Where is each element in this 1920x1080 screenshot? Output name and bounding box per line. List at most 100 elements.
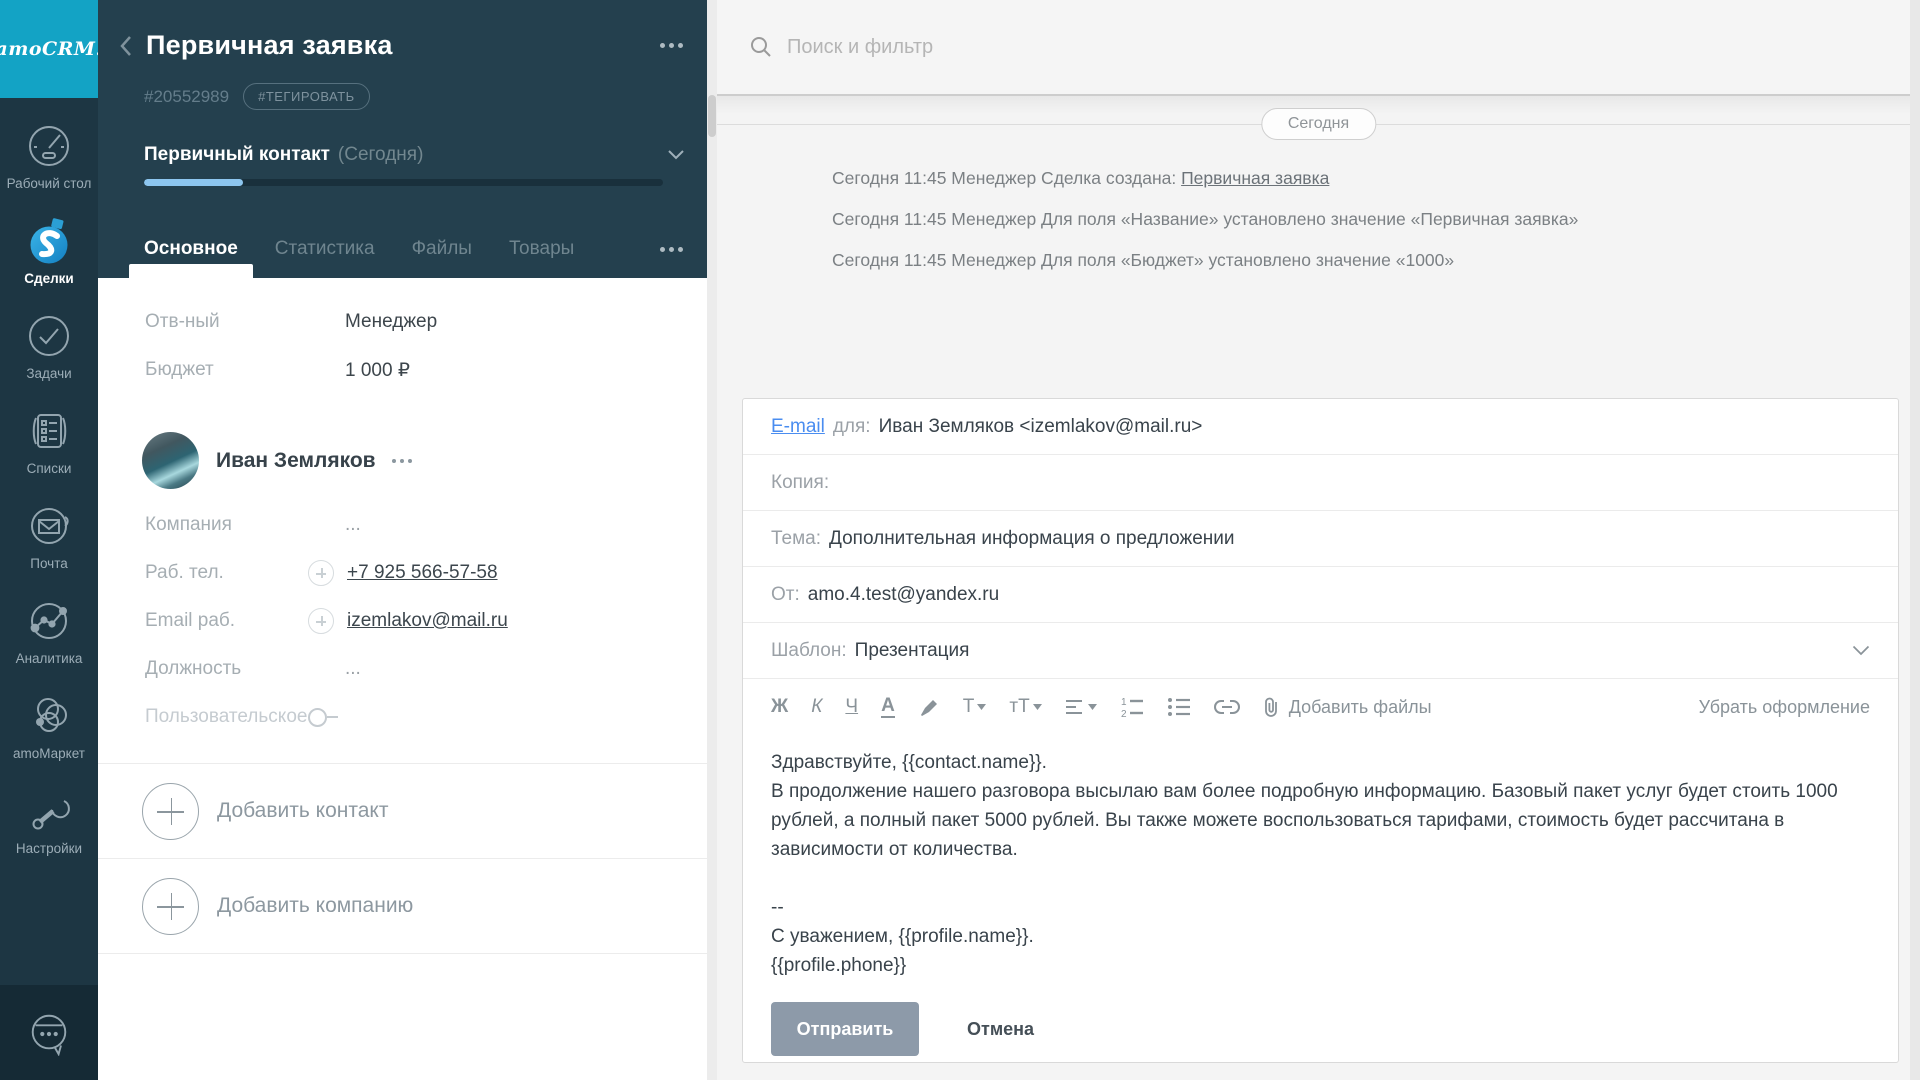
- add-company-button[interactable]: Добавить компанию: [98, 859, 707, 954]
- bold-button[interactable]: Ж: [771, 696, 788, 718]
- italic-button[interactable]: К: [811, 696, 822, 718]
- field-label: Бюджет: [145, 359, 345, 381]
- field-label: Email раб.: [145, 610, 298, 632]
- field-row-company: Компания ...: [98, 501, 707, 549]
- bullet-list-button[interactable]: [1167, 697, 1191, 717]
- deal-more-button[interactable]: [658, 37, 685, 54]
- email-type-link[interactable]: E-mail: [771, 416, 825, 438]
- field-label: Должность: [145, 658, 345, 680]
- field-value[interactable]: 1 000 ₽: [345, 359, 410, 382]
- stage-date: (Сегодня): [338, 144, 423, 166]
- compose-cc-row[interactable]: Копия:: [743, 455, 1898, 511]
- contact-name[interactable]: Иван Земляков: [216, 449, 376, 473]
- custom-field-toggle[interactable]: [308, 708, 338, 727]
- compose-subject-row[interactable]: Тема: Дополнительная информация о предло…: [743, 511, 1898, 567]
- body-line: [771, 864, 1870, 893]
- event-deal-link[interactable]: Первичная заявка: [1181, 168, 1329, 188]
- sidebar-item-analytics[interactable]: Аналитика: [0, 597, 98, 667]
- svg-text:2: 2: [1121, 709, 1127, 718]
- sidebar-item-deals[interactable]: Сделки: [0, 217, 98, 287]
- logo-text: amoCRM.: [0, 38, 103, 60]
- add-phone-button[interactable]: [308, 560, 334, 586]
- numbered-list-button[interactable]: 1 2: [1120, 696, 1144, 718]
- tab-statistics[interactable]: Статистика: [275, 220, 375, 278]
- field-value[interactable]: Менеджер: [345, 311, 437, 333]
- attach-files-label: Добавить файлы: [1289, 697, 1432, 718]
- add-email-button[interactable]: [308, 608, 334, 634]
- font-family-button[interactable]: T: [963, 696, 987, 718]
- sidebar-item-label: Настройки: [16, 841, 82, 857]
- format-toolbar: Ж К Ч А T тТ 1 2: [743, 679, 1898, 735]
- highlight-button[interactable]: [918, 696, 940, 718]
- field-label: Отв-ный: [145, 311, 345, 333]
- sidebar-item-market[interactable]: amoМаркет: [0, 692, 98, 762]
- feed-scrollbar[interactable]: [1910, 0, 1920, 1080]
- contact-more-button[interactable]: [390, 453, 414, 469]
- field-row-position: Должность ...: [98, 645, 707, 693]
- sidebar-item-label: Списки: [27, 461, 72, 477]
- event-text: Сегодня 11:45 Менеджер Сделка создана:: [832, 168, 1181, 188]
- to-value[interactable]: Иван Земляков <izemlakov@mail.ru>: [879, 416, 1203, 438]
- stage-selector[interactable]: Первичный контакт (Сегодня): [144, 144, 685, 166]
- add-contact-button[interactable]: Добавить контакт: [98, 764, 707, 859]
- tab-products[interactable]: Товары: [509, 220, 574, 278]
- font-size-button[interactable]: тТ: [1009, 696, 1041, 718]
- cancel-button[interactable]: Отмена: [967, 1019, 1034, 1040]
- contact-avatar[interactable]: [142, 432, 199, 489]
- subject-value[interactable]: Дополнительная информация о предложении: [829, 528, 1234, 550]
- sidebar-item-settings[interactable]: Настройки: [0, 787, 98, 857]
- sidebar-item-mail[interactable]: Почта: [0, 502, 98, 572]
- feed-panel: Сегодня Сегодня 11:45 Менеджер Сделка со…: [717, 0, 1920, 1080]
- template-chevron-icon[interactable]: [1852, 645, 1870, 656]
- body-line: --: [771, 893, 1870, 922]
- deals-icon: [25, 217, 73, 265]
- back-button[interactable]: [118, 33, 144, 59]
- to-label: для:: [833, 416, 871, 438]
- sidebar-item-dashboard[interactable]: Рабочий стол: [0, 122, 98, 192]
- font-color-button[interactable]: А: [881, 696, 895, 718]
- dashboard-icon: [25, 122, 73, 170]
- phone-link[interactable]: +7 925 566-57-58: [347, 562, 498, 584]
- sidebar-item-tasks[interactable]: Задачи: [0, 312, 98, 382]
- field-row-responsible: Отв-ный Менеджер: [98, 298, 707, 346]
- email-link[interactable]: izemlakov@mail.ru: [347, 610, 508, 632]
- mail-icon: [25, 502, 73, 550]
- body-line: Здравствуйте, {{contact.name}}.: [771, 748, 1870, 777]
- tag-button[interactable]: #ТЕГИРОВАТЬ: [243, 83, 370, 110]
- deal-tabs: Основное Статистика Файлы Товары: [144, 220, 685, 278]
- sidebar-item-lists[interactable]: Списки: [0, 407, 98, 477]
- compose-footer: Отправить Отмена: [743, 980, 1898, 1056]
- plus-icon: [142, 878, 199, 935]
- deal-panel-scrollbar[interactable]: [707, 0, 717, 1080]
- underline-button[interactable]: Ч: [845, 696, 858, 718]
- template-value: Презентация: [855, 640, 970, 662]
- body-line: В продолжение нашего разговора высылаю в…: [771, 777, 1870, 864]
- action-label: Добавить компанию: [217, 894, 413, 918]
- search-input[interactable]: [787, 36, 1387, 59]
- amocrm-logo[interactable]: amoCRM.: [0, 0, 98, 98]
- align-left-icon: [1065, 698, 1085, 716]
- scrollbar-thumb[interactable]: [708, 95, 716, 137]
- send-button[interactable]: Отправить: [771, 1002, 919, 1056]
- support-chat-button[interactable]: [0, 985, 98, 1080]
- sidebar-nav: Рабочий стол Сделки Задачи: [0, 98, 98, 985]
- field-value[interactable]: ...: [345, 658, 361, 680]
- tabs-more-button[interactable]: [658, 241, 685, 258]
- align-button[interactable]: [1065, 698, 1097, 716]
- attach-files-button[interactable]: Добавить файлы: [1263, 696, 1432, 718]
- field-value[interactable]: ...: [345, 514, 361, 536]
- from-value[interactable]: amo.4.test@yandex.ru: [808, 584, 999, 606]
- tab-files[interactable]: Файлы: [412, 220, 472, 278]
- field-row-budget: Бюджет 1 000 ₽: [98, 346, 707, 394]
- deal-id: #20552989: [144, 87, 229, 107]
- sidebar-item-label: Сделки: [24, 271, 73, 287]
- date-divider: Сегодня: [717, 108, 1920, 142]
- compose-from-row[interactable]: От: amo.4.test@yandex.ru: [743, 567, 1898, 623]
- deal-main-tab-content: Отв-ный Менеджер Бюджет 1 000 ₽ Иван Зем…: [98, 278, 707, 954]
- insert-link-button[interactable]: [1214, 699, 1240, 715]
- caret-down-icon: [1088, 704, 1097, 710]
- clear-formatting-button[interactable]: Убрать оформление: [1699, 697, 1870, 718]
- tab-main[interactable]: Основное: [144, 220, 238, 278]
- email-body-editor[interactable]: Здравствуйте, {{contact.name}}. В продол…: [743, 735, 1898, 980]
- compose-template-row[interactable]: Шаблон: Презентация: [743, 623, 1898, 679]
